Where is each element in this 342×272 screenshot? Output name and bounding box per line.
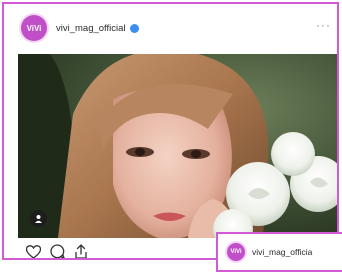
post-header: ViVi vivi_mag_official ··· (4, 4, 337, 52)
share-icon[interactable] (74, 244, 88, 258)
embed-account-avatar: ViVi (227, 243, 245, 261)
user-tag-icon[interactable] (30, 210, 47, 227)
embed-account-username: vivi_mag_officia (252, 247, 313, 257)
account-username[interactable]: vivi_mag_official (56, 23, 126, 34)
portrait-photo-illustration (18, 54, 337, 238)
comment-icon[interactable] (50, 244, 65, 258)
more-options-button[interactable]: ··· (316, 18, 331, 32)
instagram-post-card: ViVi vivi_mag_official ··· (2, 2, 339, 260)
account-avatar[interactable]: ViVi (21, 15, 47, 41)
verified-badge-icon (129, 23, 139, 33)
embed-preview-card[interactable]: ViVi vivi_mag_officia (216, 232, 342, 272)
heart-icon[interactable] (26, 244, 41, 258)
post-photo[interactable] (18, 54, 337, 238)
post-actions (26, 244, 88, 258)
